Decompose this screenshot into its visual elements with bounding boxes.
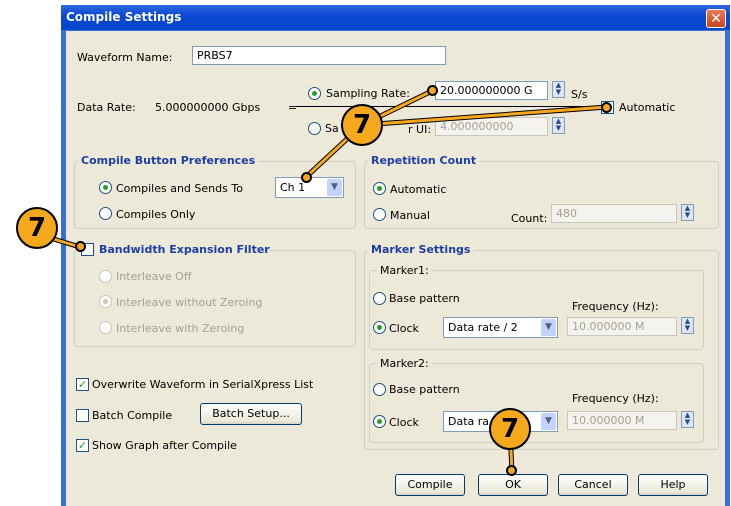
- callout-anchor: [601, 102, 612, 113]
- callout-anchor: [301, 172, 312, 183]
- callout-badge-bandwidth: 7: [16, 207, 58, 249]
- callout-badge-ok: 7: [489, 408, 531, 450]
- callout-anchor: [427, 85, 438, 96]
- callout-badge-sampling: 7: [341, 104, 383, 146]
- callout-anchor: [506, 465, 517, 476]
- callout-anchor: [75, 241, 86, 252]
- callout-lines: [34, 88, 610, 474]
